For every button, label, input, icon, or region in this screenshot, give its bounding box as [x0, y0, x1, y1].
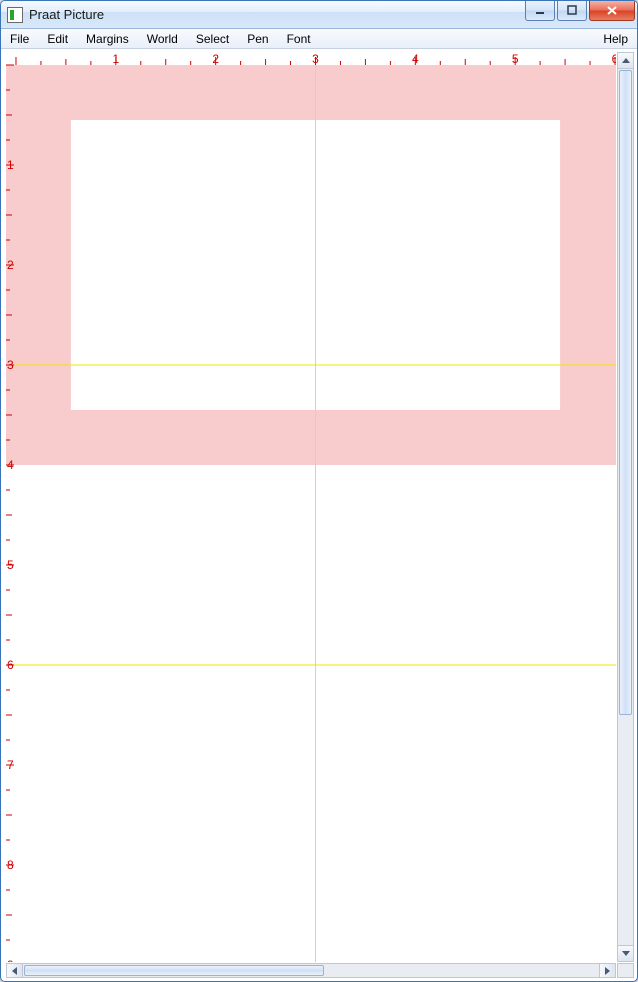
vertical-scrollbar[interactable]: [617, 52, 634, 962]
menu-world[interactable]: World: [138, 29, 187, 48]
maximize-button[interactable]: [557, 1, 587, 21]
app-window: Praat Picture File Edit Margins World Se…: [0, 0, 638, 982]
menu-pen[interactable]: Pen: [238, 29, 277, 48]
close-button[interactable]: [589, 1, 635, 21]
app-icon: [7, 7, 23, 23]
scrollbar-corner: [617, 963, 634, 978]
scroll-up-button[interactable]: [618, 53, 633, 69]
chevron-right-icon: [605, 967, 610, 975]
menu-bar: File Edit Margins World Select Pen Font …: [1, 29, 637, 49]
menu-select[interactable]: Select: [187, 29, 238, 48]
scroll-right-button[interactable]: [599, 964, 615, 977]
horizontal-scrollbar[interactable]: [6, 963, 616, 978]
close-icon: [606, 5, 618, 16]
menu-help[interactable]: Help: [594, 29, 637, 48]
scroll-left-button[interactable]: [7, 964, 23, 977]
chevron-down-icon: [622, 951, 630, 956]
picture-svg: 123456123456789: [6, 52, 616, 962]
vertical-scroll-thumb[interactable]: [619, 70, 632, 715]
chevron-up-icon: [622, 58, 630, 63]
svg-text:6: 6: [612, 52, 616, 66]
window-controls: [525, 1, 635, 21]
menu-edit[interactable]: Edit: [38, 29, 77, 48]
minimize-icon: [535, 5, 546, 16]
menu-file[interactable]: File: [1, 29, 38, 48]
title-bar[interactable]: Praat Picture: [1, 1, 637, 29]
window-title: Praat Picture: [29, 7, 104, 22]
client-area: 123456123456789: [2, 50, 636, 980]
menu-font[interactable]: Font: [278, 29, 320, 48]
scroll-down-button[interactable]: [618, 945, 633, 961]
svg-text:4: 4: [412, 52, 419, 66]
svg-text:9: 9: [7, 958, 14, 962]
svg-text:2: 2: [212, 52, 219, 66]
svg-text:3: 3: [312, 52, 319, 66]
chevron-left-icon: [12, 967, 17, 975]
horizontal-scroll-thumb[interactable]: [24, 965, 324, 976]
svg-text:1: 1: [112, 52, 119, 66]
minimize-button[interactable]: [525, 1, 555, 21]
maximize-icon: [567, 5, 578, 16]
menu-spacer: [320, 29, 595, 48]
picture-canvas[interactable]: 123456123456789: [6, 52, 616, 962]
svg-text:5: 5: [512, 52, 519, 66]
menu-margins[interactable]: Margins: [77, 29, 138, 48]
